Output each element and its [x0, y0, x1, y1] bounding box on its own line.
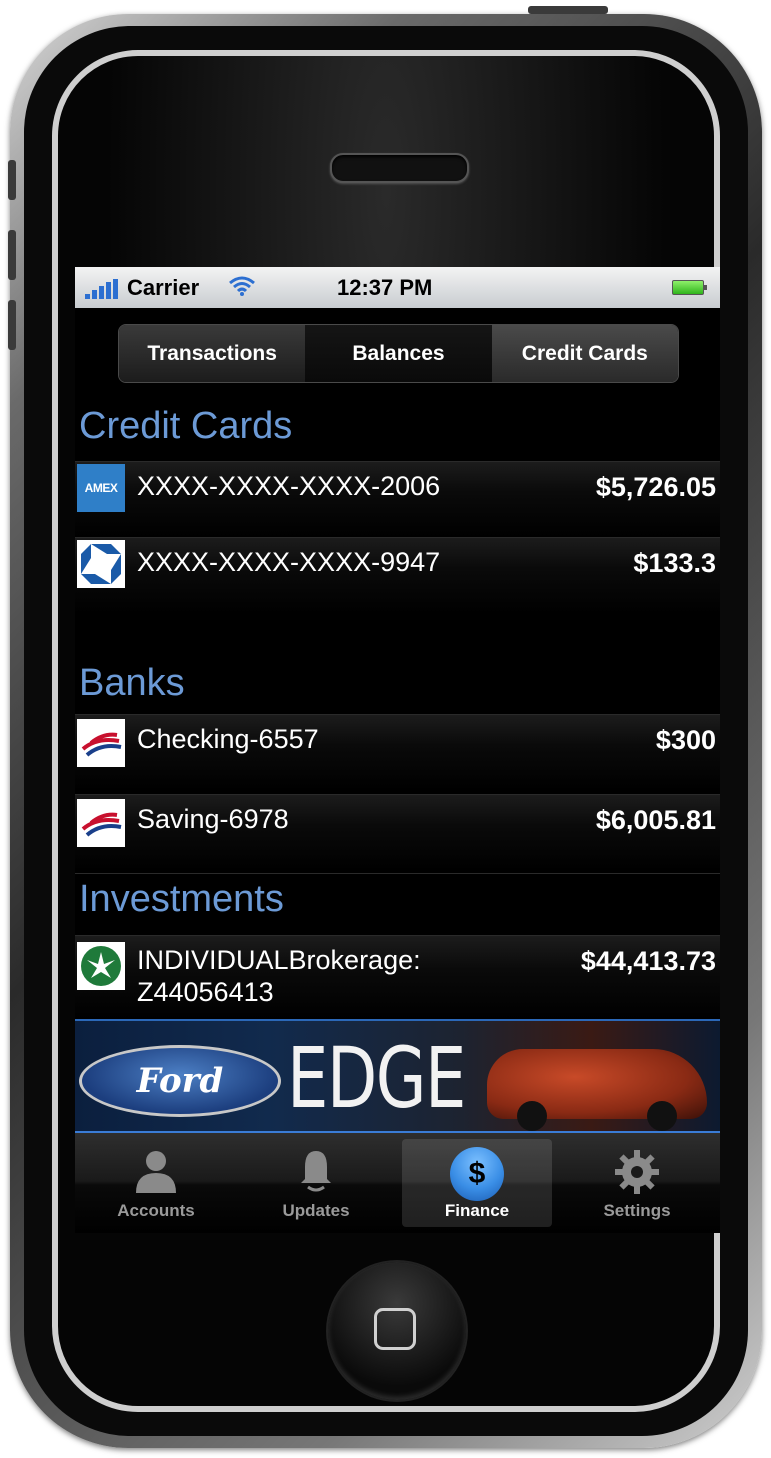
section-title-banks: Banks — [79, 662, 185, 704]
account-row-amex[interactable]: AMEX XXXX-XXXX-XXXX-2006 $5,726.05 — [75, 461, 720, 538]
mute-switch — [8, 160, 16, 200]
volume-up-button — [8, 230, 16, 280]
dollar-icon: $ — [450, 1147, 504, 1201]
gear-icon — [612, 1147, 662, 1202]
account-label: INDIVIDUALBrokerage: Z44056413 — [137, 944, 421, 1008]
account-label: XXXX-XXXX-XXXX-9947 — [137, 547, 441, 577]
home-button[interactable] — [328, 1262, 466, 1400]
account-row-saving[interactable]: Saving-6978 $6,005.81 — [75, 794, 720, 871]
amex-logo-text: AMEX — [84, 481, 118, 495]
screen: Carrier 12:37 PM Transactions Balances C… — [75, 267, 720, 1233]
signal-strength-icon — [85, 279, 119, 299]
account-amount: $300 — [655, 725, 716, 755]
section-title-credit-cards: Credit Cards — [79, 405, 293, 447]
amex-logo-icon: AMEX — [77, 464, 125, 512]
tab-label: Updates — [282, 1201, 350, 1220]
account-label: Checking-6557 — [137, 724, 319, 754]
segment-transactions[interactable]: Transactions — [119, 325, 306, 382]
wifi-icon — [227, 275, 257, 303]
status-bar: Carrier 12:37 PM — [75, 267, 720, 308]
section-title-investments: Investments — [79, 878, 284, 920]
volume-down-button — [8, 300, 16, 350]
tab-bar: Accounts Updates $ Finance Settings — [75, 1133, 720, 1233]
battery-icon — [672, 280, 707, 295]
tab-finance[interactable]: $ Finance — [402, 1139, 552, 1227]
home-square-icon — [374, 1308, 416, 1350]
ad-banner[interactable]: Ford EDGE — [75, 1019, 720, 1135]
bank-of-america-logo-icon — [77, 719, 125, 767]
tab-label: Accounts — [117, 1201, 195, 1220]
account-label: Saving-6978 — [137, 804, 289, 834]
earpiece-speaker — [330, 153, 469, 183]
sleep-button — [528, 6, 608, 14]
status-time: 12:37 PM — [337, 275, 433, 300]
account-row-chase[interactable]: XXXX-XXXX-XXXX-9947 $133.3 — [75, 537, 720, 614]
bank-of-america-logo-icon — [77, 799, 125, 847]
segment-credit-cards[interactable]: Credit Cards — [491, 325, 678, 382]
account-row-checking[interactable]: Checking-6557 $300 — [75, 714, 720, 791]
section-header-investments: Investments — [75, 873, 720, 936]
account-amount: $44,413.73 — [580, 946, 716, 976]
dollar-sign: $ — [468, 1157, 486, 1190]
account-label-line2: Z44056413 — [137, 977, 274, 1007]
chase-logo-icon — [77, 540, 125, 588]
account-row-brokerage[interactable]: INDIVIDUALBrokerage: Z44056413 $44,413.7… — [75, 935, 720, 1020]
account-label: XXXX-XXXX-XXXX-2006 — [137, 471, 441, 501]
account-label-line1: INDIVIDUALBrokerage: — [137, 945, 421, 975]
person-icon — [131, 1147, 181, 1202]
segmented-control: Transactions Balances Credit Cards — [118, 324, 679, 383]
ford-logo: Ford — [79, 1045, 281, 1117]
tab-label: Finance — [444, 1201, 510, 1220]
fidelity-logo-icon — [77, 942, 125, 990]
account-amount: $133.3 — [633, 548, 716, 578]
tab-updates[interactable]: Updates — [241, 1139, 391, 1227]
bell-icon — [291, 1147, 341, 1202]
tab-label: Settings — [603, 1201, 671, 1220]
tab-settings[interactable]: Settings — [562, 1139, 712, 1227]
ad-headline: EDGE — [287, 1029, 466, 1127]
account-amount: $6,005.81 — [595, 805, 716, 835]
account-amount: $5,726.05 — [595, 472, 716, 502]
tab-accounts[interactable]: Accounts — [81, 1139, 231, 1227]
segment-balances[interactable]: Balances — [305, 325, 492, 382]
carrier-name: Carrier — [127, 275, 200, 300]
car-image — [487, 1049, 707, 1131]
